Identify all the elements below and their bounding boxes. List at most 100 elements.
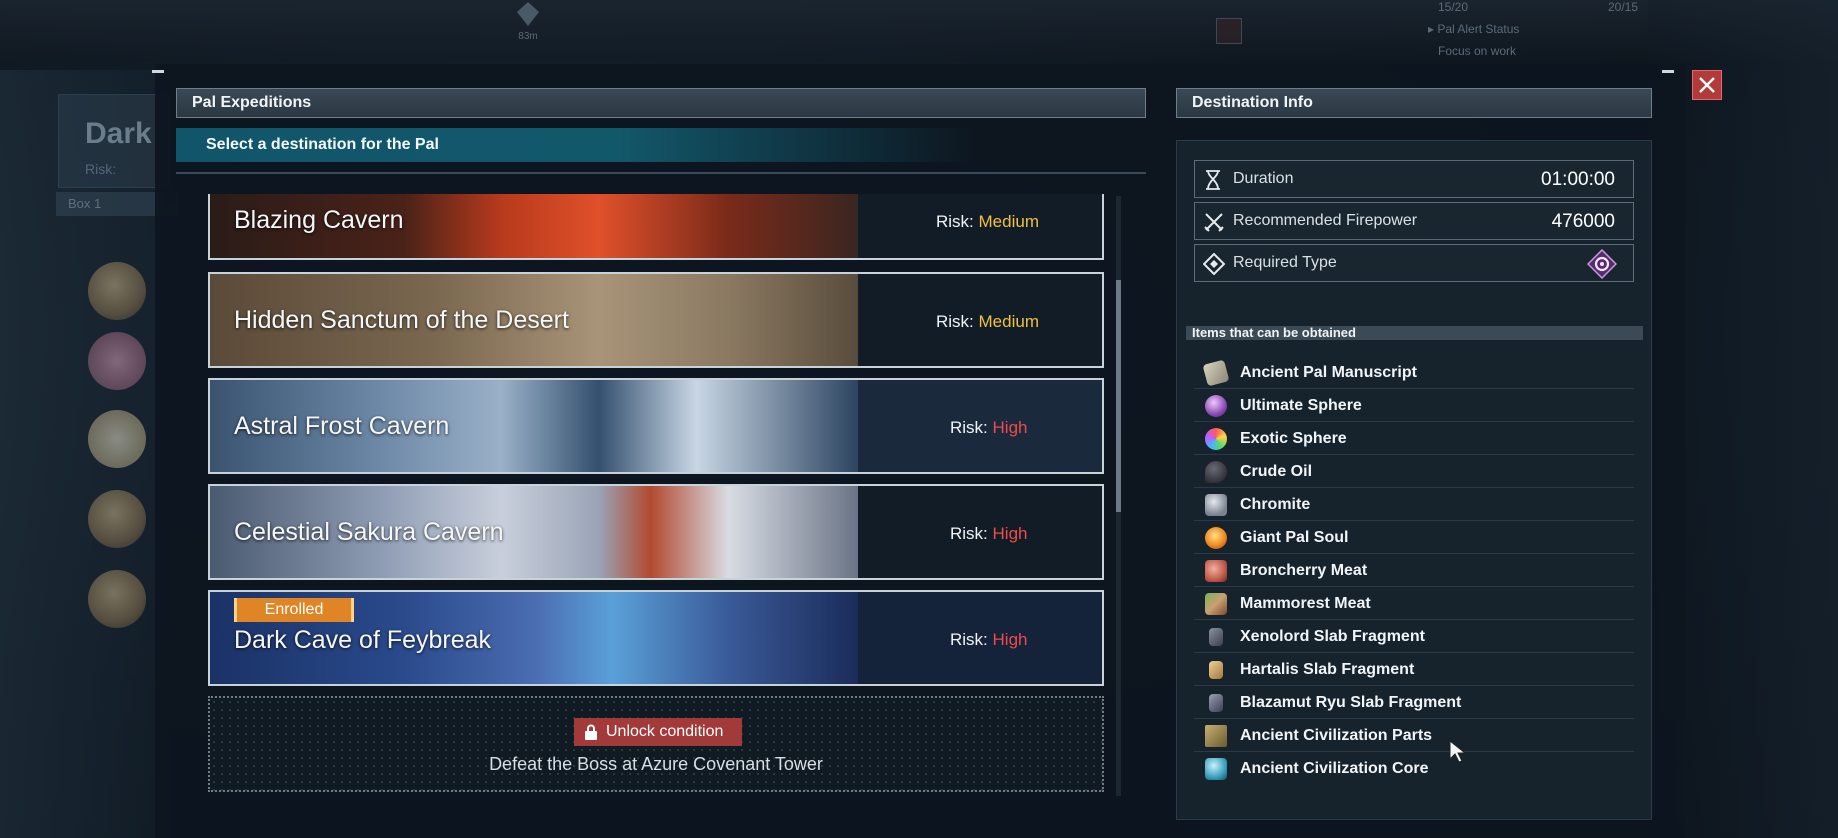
risk-value: Medium: [978, 312, 1039, 331]
obtainable-items-header: Items that can be obtained: [1186, 326, 1643, 340]
required-type-row: Required Type: [1194, 244, 1634, 282]
list-item: Crude Oil: [1194, 455, 1634, 488]
list-item: Exotic Sphere: [1194, 422, 1634, 455]
risk-label: Risk:: [950, 524, 988, 543]
status-line-1: ▸ Pal Alert Status: [1428, 22, 1520, 36]
destination-list[interactable]: Blazing Cavern Risk: Medium Hidden Sanct…: [208, 194, 1104, 794]
list-item: Chromite: [1194, 488, 1634, 521]
pal-expeditions-header: Pal Expeditions: [176, 88, 1146, 118]
slab-fragment-icon: [1209, 661, 1223, 679]
compass-marker: 83m: [508, 0, 548, 42]
distance-label: 83m: [518, 31, 538, 42]
close-icon: [1699, 77, 1715, 93]
diamond-icon: [1203, 253, 1225, 275]
list-item: Hartalis Slab Fragment: [1194, 653, 1634, 686]
list-item: Ancient Pal Manuscript: [1194, 356, 1634, 389]
background-close-icon: [1216, 18, 1242, 44]
firepower-label: Recommended Firepower: [1233, 212, 1418, 229]
status-count-b: 20/15: [1608, 0, 1639, 14]
duration-value: 01:00:00: [1541, 169, 1615, 190]
status-count-a: 15/20: [1438, 0, 1469, 14]
ultimate-sphere-icon: [1205, 395, 1227, 417]
destination-name: Astral Frost Cavern: [234, 412, 450, 440]
duration-label: Duration: [1233, 170, 1294, 187]
risk-label: Risk:: [950, 418, 988, 437]
item-name: Blazamut Ryu Slab Fragment: [1240, 694, 1462, 711]
risk-label: Risk:: [950, 630, 988, 649]
destination-name: Hidden Sanctum of the Desert: [234, 306, 569, 334]
list-item: Ancient Civilization Parts: [1194, 719, 1634, 752]
risk-value: High: [992, 418, 1028, 437]
unlock-condition-label: Unlock condition: [606, 723, 724, 740]
destination-name: Blazing Cavern: [234, 206, 404, 234]
dark-element-icon: [1587, 249, 1617, 279]
slab-fragment-icon: [1209, 628, 1223, 646]
item-name: Giant Pal Soul: [1240, 529, 1349, 546]
destination-risk: Risk: High: [950, 524, 1027, 544]
exotic-sphere-icon: [1205, 428, 1227, 450]
meat-icon: [1205, 593, 1227, 615]
destination-risk: Risk: High: [950, 418, 1027, 438]
pal-avatar: [88, 410, 146, 468]
crude-oil-icon: [1205, 461, 1227, 483]
item-name: Exotic Sphere: [1240, 430, 1347, 447]
list-item: Ultimate Sphere: [1194, 389, 1634, 422]
close-button[interactable]: [1692, 70, 1722, 100]
destination-card-astral-frost[interactable]: Astral Frost Cavern Risk: High: [208, 378, 1104, 474]
item-name: Mammorest Meat: [1240, 595, 1371, 612]
pal-avatar: [88, 332, 146, 390]
core-icon: [1205, 758, 1227, 780]
slab-fragment-icon: [1209, 694, 1223, 712]
enrolled-badge: Enrolled: [234, 598, 354, 622]
manuscript-icon: [1202, 359, 1230, 387]
lock-icon: [585, 724, 597, 740]
risk-value: High: [992, 630, 1028, 649]
item-name: Broncherry Meat: [1240, 562, 1368, 579]
unlock-condition-text: Defeat the Boss at Azure Covenant Tower: [489, 754, 823, 774]
meat-icon: [1205, 560, 1227, 582]
locked-destination-card[interactable]: Unlock condition Defeat the Boss at Azur…: [208, 696, 1104, 792]
destination-card-hidden-sanctum[interactable]: Hidden Sanctum of the Desert Risk: Mediu…: [208, 272, 1104, 368]
risk-label: Risk:: [936, 212, 974, 231]
list-item: Mammorest Meat: [1194, 587, 1634, 620]
crossed-swords-icon: [1204, 213, 1224, 232]
risk-label: Risk:: [936, 312, 974, 331]
pal-avatar: [88, 262, 146, 320]
destination-name: Celestial Sakura Cavern: [234, 518, 504, 546]
pal-marker-icon: [517, 2, 539, 26]
destination-card-dark-cave-feybreak[interactable]: Enrolled Dark Cave of Feybreak Risk: Hig…: [208, 590, 1104, 686]
destination-prompt-text: Select a destination for the Pal: [206, 136, 439, 153]
destination-risk: Risk: High: [950, 630, 1027, 650]
scrollbar-thumb[interactable]: [1116, 280, 1121, 512]
destination-info-header: Destination Info: [1176, 88, 1652, 118]
destination-card-celestial-sakura[interactable]: Celestial Sakura Cavern Risk: High: [208, 484, 1104, 580]
status-line-2: Focus on work: [1438, 44, 1517, 58]
destination-name: Dark Cave of Feybreak: [234, 626, 492, 654]
frame-corner: [152, 70, 164, 73]
destination-prompt: Select a destination for the Pal: [176, 128, 976, 162]
list-item: Ancient Civilization Core: [1194, 752, 1634, 785]
firepower-row: Recommended Firepower 476000: [1194, 202, 1634, 240]
destination-risk: Risk: Medium: [936, 212, 1039, 232]
pal-soul-icon: [1205, 527, 1227, 549]
gear-icon: [1205, 725, 1227, 747]
duration-row: Duration 01:00:00: [1194, 160, 1634, 198]
destination-card-blazing-cavern[interactable]: Blazing Cavern Risk: Medium: [208, 194, 1104, 260]
mouse-cursor-icon: [1449, 740, 1467, 763]
item-name: Chromite: [1240, 496, 1311, 513]
item-name: Ancient Pal Manuscript: [1240, 364, 1417, 381]
list-item: Blazamut Ryu Slab Fragment: [1194, 686, 1634, 719]
item-name: Crude Oil: [1240, 463, 1313, 480]
firepower-value: 476000: [1551, 211, 1615, 232]
item-name: Ultimate Sphere: [1240, 397, 1362, 414]
unlock-condition-badge: Unlock condition: [574, 718, 742, 746]
divider: [176, 172, 1146, 174]
destination-risk: Risk: Medium: [936, 312, 1039, 332]
list-item: Giant Pal Soul: [1194, 521, 1634, 554]
pal-avatar: [88, 490, 146, 548]
background-title-card: Dark Risk:: [58, 94, 170, 188]
hourglass-icon: [1206, 170, 1220, 190]
item-name: Xenolord Slab Fragment: [1240, 628, 1425, 645]
risk-value: High: [992, 524, 1028, 543]
destination-scrollbar[interactable]: [1116, 196, 1121, 796]
